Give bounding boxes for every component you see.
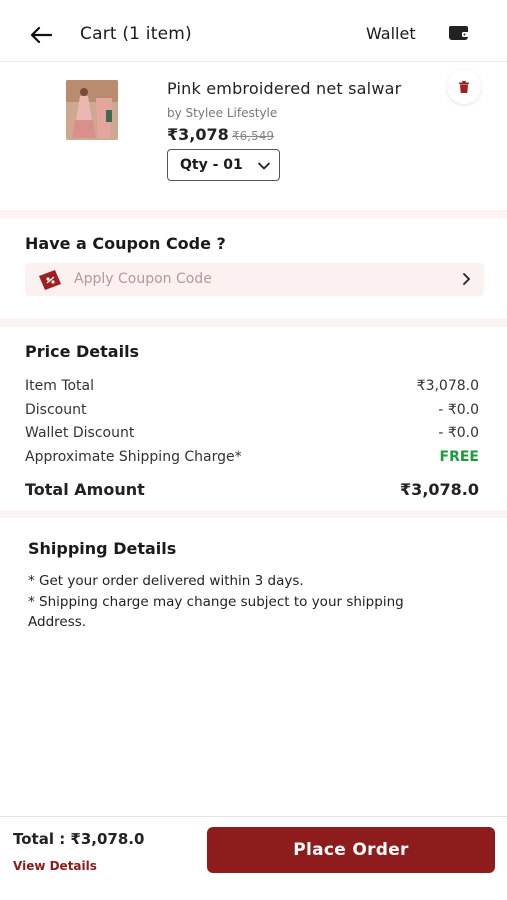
product-name[interactable]: Pink embroidered net salwar — [167, 79, 401, 98]
price-row-label: Wallet Discount — [25, 425, 135, 441]
price-details-title: Price Details — [25, 342, 140, 361]
section-divider — [0, 210, 507, 218]
place-order-button[interactable]: Place Order — [207, 827, 495, 873]
back-button[interactable] — [28, 22, 54, 48]
wallet-icon[interactable] — [448, 24, 470, 42]
product-price: ₹3,078 — [167, 125, 229, 144]
price-row-discount: Discount - ₹0.0 — [25, 402, 479, 420]
apply-coupon-label: Apply Coupon Code — [74, 271, 212, 287]
view-details-link[interactable]: View Details — [13, 859, 97, 873]
price-row-label: Approximate Shipping Charge* — [25, 449, 242, 465]
product-image[interactable] — [66, 80, 118, 140]
shipping-note: * Shipping charge may change subject to … — [28, 594, 404, 630]
quantity-dropdown[interactable]: Qty - 01 — [167, 149, 280, 181]
price-row-wallet-discount: Wallet Discount - ₹0.0 — [25, 425, 479, 443]
shipping-free-badge: FREE — [439, 449, 479, 465]
price-row-total: Total Amount ₹3,078.0 — [25, 480, 479, 500]
footer-total: Total : ₹3,078.0 — [13, 830, 145, 848]
chevron-right-icon — [463, 273, 470, 285]
checkout-bar: Total : ₹3,078.0 View Details Place Orde… — [0, 816, 507, 900]
chevron-down-icon — [258, 162, 270, 170]
shipping-note: * Get your order delivered within 3 days… — [28, 573, 304, 589]
price-row-shipping: Approximate Shipping Charge* FREE — [25, 449, 479, 467]
shipping-details-title: Shipping Details — [28, 539, 177, 558]
price-row-label: Discount — [25, 402, 87, 418]
trash-icon — [459, 81, 469, 93]
wallet-link[interactable]: Wallet — [366, 24, 416, 43]
arrow-left-icon — [30, 26, 52, 44]
total-amount-value: ₹3,078.0 — [400, 480, 479, 499]
coupon-section-title: Have a Coupon Code ? — [25, 234, 226, 253]
product-mrp: ₹6,549 — [232, 129, 274, 143]
price-row-value: - ₹0.0 — [438, 402, 479, 418]
remove-item-button[interactable] — [447, 70, 481, 104]
section-divider — [0, 318, 507, 327]
price-row-item-total: Item Total ₹3,078.0 — [25, 378, 479, 396]
product-brand: by Stylee Lifestyle — [167, 106, 278, 120]
price-row-value: ₹3,078.0 — [416, 378, 479, 394]
coupon-tag-icon — [39, 270, 61, 290]
apply-coupon-button[interactable]: Apply Coupon Code — [25, 263, 484, 296]
top-app-bar: Cart (1 item) Wallet — [0, 0, 507, 62]
price-row-label: Item Total — [25, 378, 95, 394]
cart-item: Pink embroidered net salwar by Stylee Li… — [0, 62, 507, 210]
quantity-value: Qty - 01 — [180, 157, 243, 173]
total-amount-label: Total Amount — [25, 480, 145, 499]
price-row-value: - ₹0.0 — [438, 425, 479, 441]
page-title: Cart (1 item) — [80, 24, 192, 44]
section-divider — [0, 510, 507, 518]
